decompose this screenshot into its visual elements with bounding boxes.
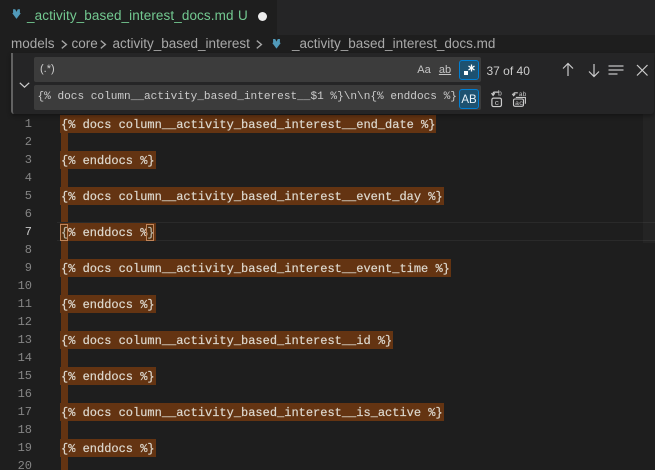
svg-text:ab: ab — [519, 91, 527, 98]
svg-text:c: c — [495, 100, 500, 108]
svg-text:b: b — [498, 91, 502, 99]
svg-text:ac: ac — [515, 100, 523, 108]
